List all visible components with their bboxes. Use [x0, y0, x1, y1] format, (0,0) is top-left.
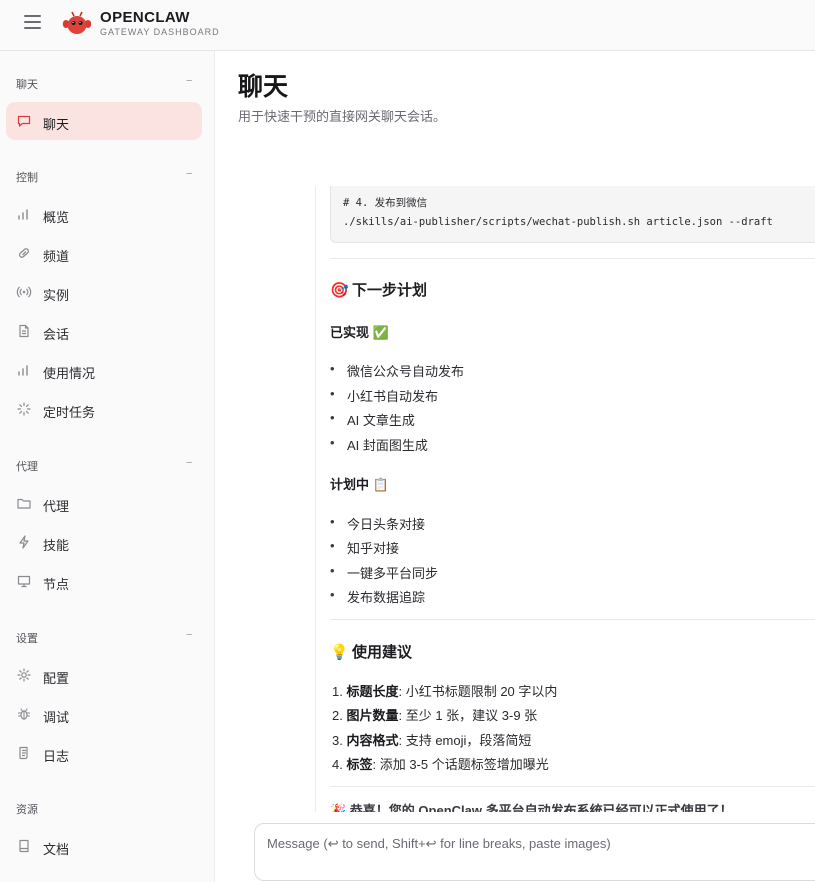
- sidebar-item-skills[interactable]: 技能: [6, 523, 202, 561]
- list-item: 3. 内容格式: 支持 emoji，段落简短: [332, 733, 532, 748]
- gear-icon: [17, 668, 31, 682]
- scroll-icon: [19, 746, 28, 760]
- message-input[interactable]: [267, 836, 807, 851]
- done-label: 已实现 ✅: [330, 325, 389, 340]
- bar-chart-icon: [18, 209, 28, 220]
- sidebar-item-label: 定时任务: [43, 405, 96, 420]
- divider: [330, 258, 815, 259]
- collapse-icon[interactable]: −: [186, 457, 192, 469]
- chat-bubble-icon: [17, 115, 31, 127]
- sidebar-item-label: 节点: [43, 577, 70, 592]
- sidebar-item-channels[interactable]: 频道: [6, 234, 202, 272]
- sidebar-item-cron-jobs[interactable]: 定时任务: [6, 390, 202, 428]
- sidebar-item-usage[interactable]: 使用情况: [6, 351, 202, 389]
- sidebar-item-sessions[interactable]: 会话: [6, 312, 202, 350]
- collapse-icon[interactable]: −: [186, 168, 192, 180]
- code-block: # 4. 发布到微信 ./skills/ai-publisher/scripts…: [330, 186, 815, 243]
- sidebar: 聊天 − 聊天 控制 − 概览 频道 实例 会话 使用情况 定时任务 代理 − …: [0, 51, 215, 882]
- list-item: 4. 标签: 添加 3-5 个话题标签增加曝光: [332, 757, 549, 772]
- list-item: 微信公众号自动发布: [330, 361, 464, 380]
- sidebar-item-label: 频道: [43, 249, 70, 264]
- list-item: 1. 标题长度: 小红书标题限制 20 字以内: [332, 684, 558, 699]
- document-icon: [19, 324, 29, 338]
- sidebar-item-chat[interactable]: 聊天: [6, 102, 202, 140]
- sidebar-item-label: 使用情况: [43, 366, 96, 381]
- collapse-icon[interactable]: −: [186, 75, 192, 87]
- sidebar-item-label: 会话: [43, 327, 70, 342]
- sidebar-item-label: 配置: [43, 671, 70, 686]
- lightning-icon: [19, 535, 29, 549]
- monitor-icon: [17, 575, 31, 588]
- page-title: 聊天: [238, 73, 289, 101]
- sidebar-section-agents: 代理: [16, 461, 38, 473]
- sidebar-item-config[interactable]: 配置: [6, 656, 202, 694]
- spinner-icon: [17, 402, 31, 416]
- divider: [330, 619, 815, 620]
- folder-icon: [17, 498, 31, 509]
- plan-heading: 🎯 下一步计划: [330, 282, 428, 299]
- book-icon: [19, 839, 29, 853]
- sidebar-item-debug[interactable]: 调试: [6, 695, 202, 733]
- sidebar-section-control: 控制: [16, 172, 38, 184]
- sidebar-item-agents[interactable]: 代理: [6, 484, 202, 522]
- sidebar-item-label: 聊天: [43, 117, 70, 132]
- message-composer[interactable]: [254, 823, 815, 881]
- divider: [330, 786, 815, 787]
- sidebar-item-label: 日志: [43, 749, 70, 764]
- broadcast-icon: [16, 286, 32, 298]
- sidebar-section-settings: 设置: [16, 633, 38, 645]
- sidebar-item-label: 概览: [43, 210, 70, 225]
- bug-icon: [17, 708, 31, 720]
- tips-heading: 💡 使用建议: [330, 644, 413, 661]
- lightbulb-icon: 💡: [330, 644, 349, 661]
- brand-title: OPENCLAW: [100, 9, 190, 26]
- sidebar-item-overview[interactable]: 概览: [6, 195, 202, 233]
- target-icon: 🎯: [330, 282, 349, 299]
- collapse-icon[interactable]: −: [186, 629, 192, 641]
- bar-chart-icon: [18, 365, 28, 376]
- sidebar-item-label: 实例: [43, 288, 70, 303]
- sidebar-item-label: 技能: [43, 538, 70, 553]
- list-item: 知乎对接: [330, 538, 399, 557]
- cutoff-message: 🎉 恭喜！您的 OpenClaw 多平台自动发布系统已经可以正式使用了！: [330, 803, 733, 812]
- list-item: AI 文章生成: [330, 410, 415, 429]
- chat-transcript[interactable]: # 4. 发布到微信 ./skills/ai-publisher/scripts…: [315, 186, 815, 812]
- sidebar-item-label: 调试: [43, 710, 70, 725]
- sidebar-item-docs[interactable]: 文档: [6, 827, 202, 865]
- list-item: AI 封面图生成: [330, 435, 428, 454]
- list-item: 今日头条对接: [330, 514, 425, 533]
- sidebar-item-nodes[interactable]: 节点: [6, 562, 202, 600]
- clipboard-icon: 📋: [372, 477, 389, 492]
- sidebar-section-resources: 资源: [16, 804, 38, 816]
- menu-icon[interactable]: [24, 15, 41, 29]
- list-item: 小红书自动发布: [330, 386, 438, 405]
- code-line: # 4. 发布到微信: [343, 197, 428, 209]
- list-item: 一键多平台同步: [330, 563, 438, 582]
- sidebar-item-instances[interactable]: 实例: [6, 273, 202, 311]
- list-item: 发布数据追踪: [330, 587, 425, 606]
- code-line: ./skills/ai-publisher/scripts/wechat-pub…: [343, 216, 773, 228]
- openclaw-logo-icon: [62, 11, 92, 34]
- page-subtitle: 用于快速干预的直接网关聊天会话。: [238, 109, 447, 124]
- list-item: 2. 图片数量: 至少 1 张，建议 3-9 张: [332, 708, 538, 723]
- sidebar-section-chat: 聊天: [16, 79, 38, 91]
- link-icon: [19, 248, 29, 258]
- check-icon: ✅: [372, 325, 389, 340]
- brand-subtitle: GATEWAY DASHBOARD: [100, 27, 220, 37]
- todo-label: 计划中 📋: [330, 477, 389, 492]
- sidebar-item-logs[interactable]: 日志: [6, 734, 202, 772]
- sidebar-item-label: 代理: [43, 499, 70, 514]
- sidebar-item-label: 文档: [43, 842, 70, 857]
- top-bar: OPENCLAW GATEWAY DASHBOARD: [0, 0, 815, 51]
